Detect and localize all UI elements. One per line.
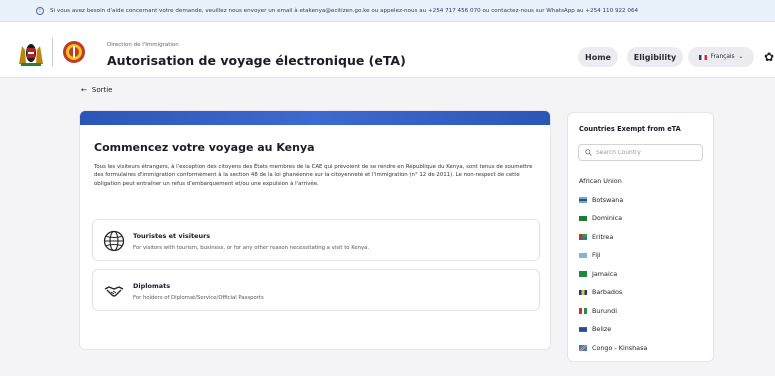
- country-name: Burundi: [592, 306, 617, 315]
- country-name: Fiji: [592, 251, 601, 260]
- country-item[interactable]: Congo - Kinshasa: [579, 339, 704, 358]
- option-title: Touristes et visiteurs: [133, 232, 211, 240]
- country-item[interactable]: African Union: [579, 172, 704, 191]
- kenya-coat-of-arms-logo[interactable]: [16, 38, 46, 68]
- country-name: Belize: [592, 325, 612, 334]
- country-name: Botswana: [592, 195, 624, 204]
- country-item[interactable]: Eritrea: [579, 228, 704, 247]
- botswana-flag-icon: [579, 197, 587, 203]
- option-description: For holders of Diplomat/Service/Official…: [133, 295, 264, 301]
- country-name: Barbados: [592, 288, 623, 297]
- back-link[interactable]: ← Sortie: [81, 86, 112, 94]
- fiji-flag-icon: [579, 252, 587, 258]
- info-icon: i: [36, 6, 44, 15]
- country-name: Dominica: [592, 214, 623, 223]
- country-item[interactable]: Dominica: [579, 209, 704, 228]
- card-title: Commencez votre voyage au Kenya: [94, 141, 315, 154]
- eritrea-flag-icon: [579, 234, 587, 240]
- arrow-left-icon: ←: [81, 86, 87, 94]
- dominica-flag-icon: [579, 215, 587, 221]
- help-notice-bar: i Si vous avez besoin d'aide concernant …: [0, 0, 775, 22]
- country-name: Congo - Kinshasa: [592, 343, 648, 352]
- home-button[interactable]: Home: [578, 47, 618, 67]
- language-select[interactable]: Français ⌄: [688, 47, 754, 67]
- site-header: Direction de l'Immigration Autorisation …: [0, 22, 775, 78]
- country-search[interactable]: [578, 144, 703, 161]
- option-diplomats[interactable]: Diplomats For holders of Diplomat/Servic…: [92, 269, 540, 311]
- country-item[interactable]: Burundi: [579, 302, 704, 321]
- option-description: For visitors with tourism, business, or …: [133, 245, 370, 251]
- exempt-countries-panel: Countries Exempt from eTA African Union …: [567, 112, 714, 362]
- globe-icon: [103, 230, 125, 252]
- jamaica-flag-icon: [579, 271, 587, 277]
- country-item[interactable]: Jamaica: [579, 265, 704, 284]
- gear-icon[interactable]: ✿: [764, 50, 774, 64]
- help-notice-text: Si vous avez besoin d'aide concernant vo…: [50, 7, 639, 14]
- country-item[interactable]: Belize: [579, 320, 704, 339]
- burundi-flag-icon: [579, 308, 587, 314]
- option-tourists-visitors[interactable]: Touristes et visiteurs For visitors with…: [92, 219, 540, 261]
- department-name: Direction de l'Immigration: [107, 42, 179, 48]
- search-input[interactable]: [596, 149, 696, 156]
- logo-divider: [52, 38, 53, 66]
- country-item[interactable]: Barbados: [579, 283, 704, 302]
- country-name: Eritrea: [592, 232, 614, 241]
- back-label: Sortie: [91, 86, 113, 94]
- eligibility-button[interactable]: Eligibility: [627, 47, 683, 67]
- france-flag-icon: [698, 54, 707, 60]
- panel-title: Countries Exempt from eTA: [579, 125, 681, 133]
- handshake-icon: [104, 286, 124, 297]
- country-item[interactable]: Botswana: [579, 191, 704, 210]
- country-item[interactable]: Fiji: [579, 246, 704, 265]
- language-label: Français: [710, 54, 735, 60]
- page-title: Autorisation de voyage électronique (eTA…: [107, 53, 406, 68]
- start-journey-card: Commencez votre voyage au Kenya Tous les…: [79, 110, 551, 350]
- immigration-seal-logo[interactable]: [62, 40, 86, 64]
- congo-kinshasa-flag-icon: [579, 345, 587, 351]
- country-name: African Union: [579, 177, 622, 186]
- barbados-flag-icon: [579, 289, 587, 295]
- card-banner: [80, 111, 550, 125]
- belize-flag-icon: [579, 326, 587, 332]
- chevron-down-icon: ⌄: [738, 54, 744, 60]
- country-list: African Union Botswana Dominica Eritrea …: [579, 172, 704, 357]
- card-description: Tous les visiteurs étrangers, à l'except…: [94, 164, 533, 187]
- country-name: Jamaica: [592, 269, 618, 278]
- search-icon: [585, 149, 592, 156]
- option-title: Diplomats: [133, 282, 171, 290]
